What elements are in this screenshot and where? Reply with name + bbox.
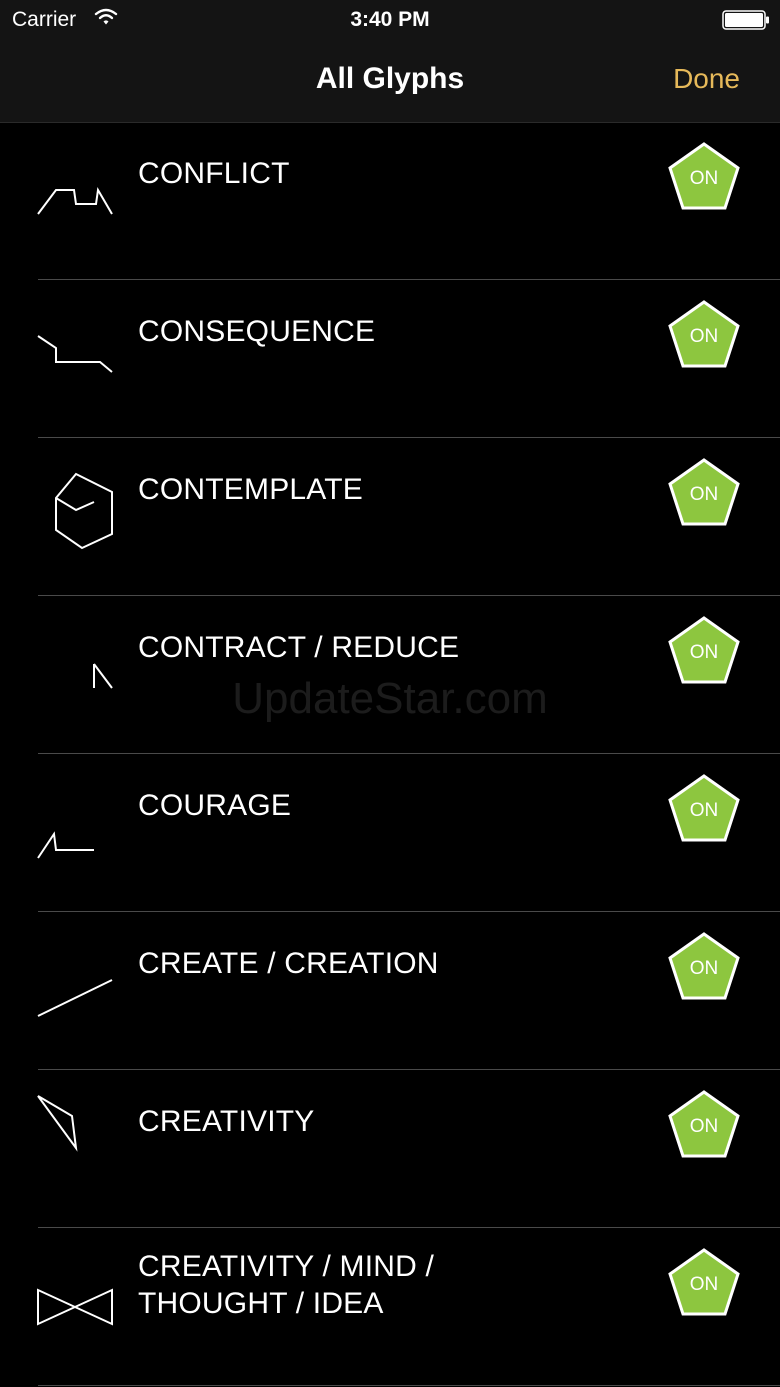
toggle-label: ON	[689, 326, 719, 347]
on-toggle-button[interactable]: ON	[666, 456, 742, 528]
glyph-label: CONTRACT / REDUCE	[138, 631, 460, 664]
courage-glyph-icon	[37, 831, 94, 859]
clock: 3:40 PM	[350, 8, 430, 31]
toggle-label: ON	[689, 642, 719, 663]
toggle-label: ON	[689, 168, 719, 189]
list-item[interactable]: CREATE / CREATION ON	[0, 912, 780, 1070]
list-item[interactable]: CONFLICT ON	[0, 122, 780, 280]
battery-icon	[722, 10, 770, 35]
on-toggle-button[interactable]: ON	[666, 614, 742, 686]
consequence-glyph-icon	[37, 335, 113, 373]
contemplate-glyph-icon	[55, 472, 113, 550]
status-bar: Carrier 3:40 PM	[0, 0, 780, 40]
list-item[interactable]: CONTEMPLATE ON	[0, 438, 780, 596]
glyph-list: CONFLICT ON CONSEQUENCE ON CONTEMPLATE O…	[0, 122, 780, 1386]
toggle-label: ON	[689, 1116, 719, 1137]
on-toggle-button[interactable]: ON	[666, 772, 742, 844]
on-toggle-button[interactable]: ON	[666, 140, 742, 212]
on-toggle-button[interactable]: ON	[666, 1088, 742, 1160]
toggle-label: ON	[689, 800, 719, 821]
navigation-bar: All Glyphs Done	[0, 40, 780, 123]
list-item[interactable]: COURAGE ON	[0, 754, 780, 912]
glyph-label: CREATIVITY / MIND / THOUGHT / IDEA	[138, 1250, 435, 1320]
glyph-label: COURAGE	[138, 789, 292, 822]
toggle-label: ON	[689, 1274, 719, 1295]
list-item[interactable]: CREATIVITY ON	[0, 1070, 780, 1228]
toggle-label: ON	[689, 484, 719, 505]
glyph-label: CONFLICT	[138, 157, 290, 190]
on-toggle-button[interactable]: ON	[666, 1246, 742, 1318]
list-item[interactable]: CONSEQUENCE ON	[0, 280, 780, 438]
done-button[interactable]: Done	[673, 63, 740, 95]
glyph-label: CREATE / CREATION	[138, 947, 439, 980]
glyph-label: CREATIVITY	[138, 1105, 315, 1138]
list-item[interactable]: CREATIVITY / MIND / THOUGHT / IDEA ON	[0, 1228, 780, 1386]
glyph-label: CONTEMPLATE	[138, 473, 364, 506]
contract-reduce-glyph-icon	[93, 663, 113, 689]
creativity-glyph-icon	[37, 1095, 78, 1152]
glyph-label: CONSEQUENCE	[138, 315, 376, 348]
creativity-mind-thought-idea-glyph-icon	[37, 1288, 113, 1326]
create-creation-glyph-icon	[37, 979, 113, 1017]
conflict-glyph-icon	[37, 187, 113, 215]
list-item[interactable]: CONTRACT / REDUCE ON	[0, 596, 780, 754]
on-toggle-button[interactable]: ON	[666, 298, 742, 370]
toggle-label: ON	[689, 958, 719, 979]
page-title: All Glyphs	[315, 62, 465, 95]
on-toggle-button[interactable]: ON	[666, 930, 742, 1002]
